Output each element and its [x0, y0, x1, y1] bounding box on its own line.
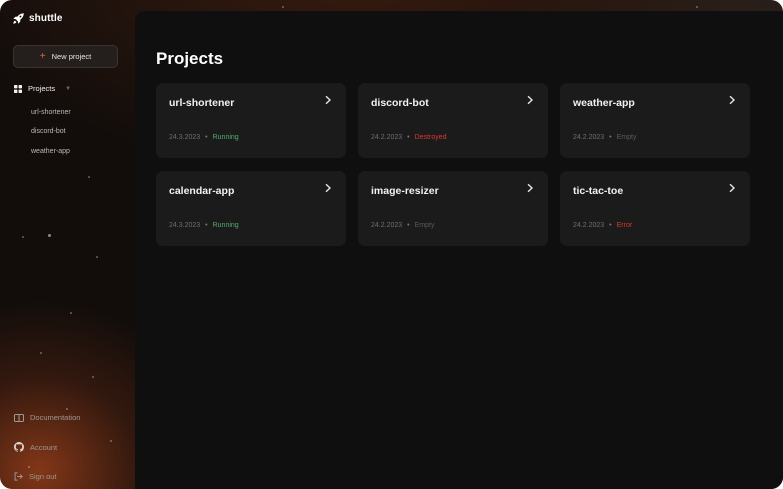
project-name: weather-app	[573, 97, 635, 109]
project-card[interactable]: discord-bot 24.2.2023 • Destroyed	[358, 83, 548, 158]
account-label: Account	[30, 442, 58, 452]
chevron-right-icon	[527, 183, 534, 193]
chevron-right-icon	[325, 183, 332, 193]
project-meta: 24.3.2023 • Running	[169, 134, 239, 141]
app-name: shuttle	[29, 13, 63, 24]
new-project-button[interactable]: + New project	[13, 45, 118, 68]
page-title: Projects	[156, 49, 224, 68]
project-meta: 24.2.2023 • Empty	[371, 222, 434, 229]
project-meta: 24.3.2023 • Running	[169, 222, 239, 229]
sidebar-item-discord-bot[interactable]: discord-bot	[31, 128, 66, 135]
chevron-right-icon	[729, 95, 736, 105]
project-card[interactable]: weather-app 24.2.2023 • Empty	[560, 83, 750, 158]
chevron-right-icon	[527, 95, 534, 105]
project-name: calendar-app	[169, 185, 235, 197]
rocket-icon	[13, 13, 24, 24]
project-date: 24.3.2023	[169, 222, 201, 229]
separator-dot: •	[407, 222, 410, 229]
project-date: 24.3.2023	[169, 134, 201, 141]
sidebar: shuttle + New project Projects ▼ url-sho…	[0, 0, 135, 489]
project-meta: 24.2.2023 • Destroyed	[371, 134, 447, 141]
sign-out-icon	[14, 472, 23, 481]
separator-dot: •	[205, 222, 208, 229]
status-badge: Destroyed	[414, 134, 447, 141]
project-date: 24.2.2023	[573, 134, 605, 141]
project-meta: 24.2.2023 • Empty	[573, 134, 636, 141]
status-badge: Running	[212, 134, 239, 141]
sidebar-item-weather-app[interactable]: weather-app	[31, 148, 70, 155]
main-panel: Projects url-shortener 24.3.2023 • Runni…	[135, 11, 783, 489]
caret-down-icon[interactable]: ▼	[65, 86, 71, 92]
documentation-label: Documentation	[30, 413, 81, 422]
chevron-right-icon	[325, 95, 332, 105]
project-card[interactable]: calendar-app 24.3.2023 • Running	[156, 171, 346, 246]
project-name: image-resizer	[371, 185, 439, 197]
separator-dot: •	[407, 134, 410, 141]
project-name: url-shortener	[169, 97, 235, 109]
documentation-link[interactable]: Documentation	[14, 413, 80, 422]
book-icon	[14, 413, 24, 422]
new-project-label: New project	[51, 52, 92, 61]
chevron-right-icon	[729, 183, 736, 193]
sign-out-label: Sign out	[29, 472, 57, 481]
grid-icon	[14, 84, 22, 93]
sidebar-item-projects[interactable]: Projects ▼	[14, 84, 71, 93]
project-card[interactable]: url-shortener 24.3.2023 • Running	[156, 83, 346, 158]
account-link[interactable]: Account	[14, 442, 57, 452]
project-name: tic-tac-toe	[573, 185, 624, 197]
project-card[interactable]: image-resizer 24.2.2023 • Empty	[358, 171, 548, 246]
sidebar-item-label: Projects	[28, 84, 56, 93]
project-name: discord-bot	[371, 97, 429, 109]
separator-dot: •	[609, 134, 612, 141]
project-date: 24.2.2023	[371, 222, 403, 229]
project-meta: 24.2.2023 • Error	[573, 222, 632, 229]
sign-out-link[interactable]: Sign out	[14, 472, 57, 481]
project-date: 24.2.2023	[573, 222, 605, 229]
status-badge: Running	[212, 222, 239, 229]
github-icon	[14, 442, 24, 452]
status-badge: Empty	[616, 134, 637, 141]
status-badge: Empty	[414, 222, 435, 229]
sidebar-item-url-shortener[interactable]: url-shortener	[31, 109, 71, 116]
separator-dot: •	[205, 134, 208, 141]
separator-dot: •	[609, 222, 612, 229]
app-logo[interactable]: shuttle	[12, 12, 62, 25]
app-window: shuttle + New project Projects ▼ url-sho…	[0, 0, 783, 489]
project-card[interactable]: tic-tac-toe 24.2.2023 • Error	[560, 171, 750, 246]
plus-icon: +	[39, 50, 46, 62]
status-badge: Error	[616, 222, 633, 229]
project-date: 24.2.2023	[371, 134, 403, 141]
